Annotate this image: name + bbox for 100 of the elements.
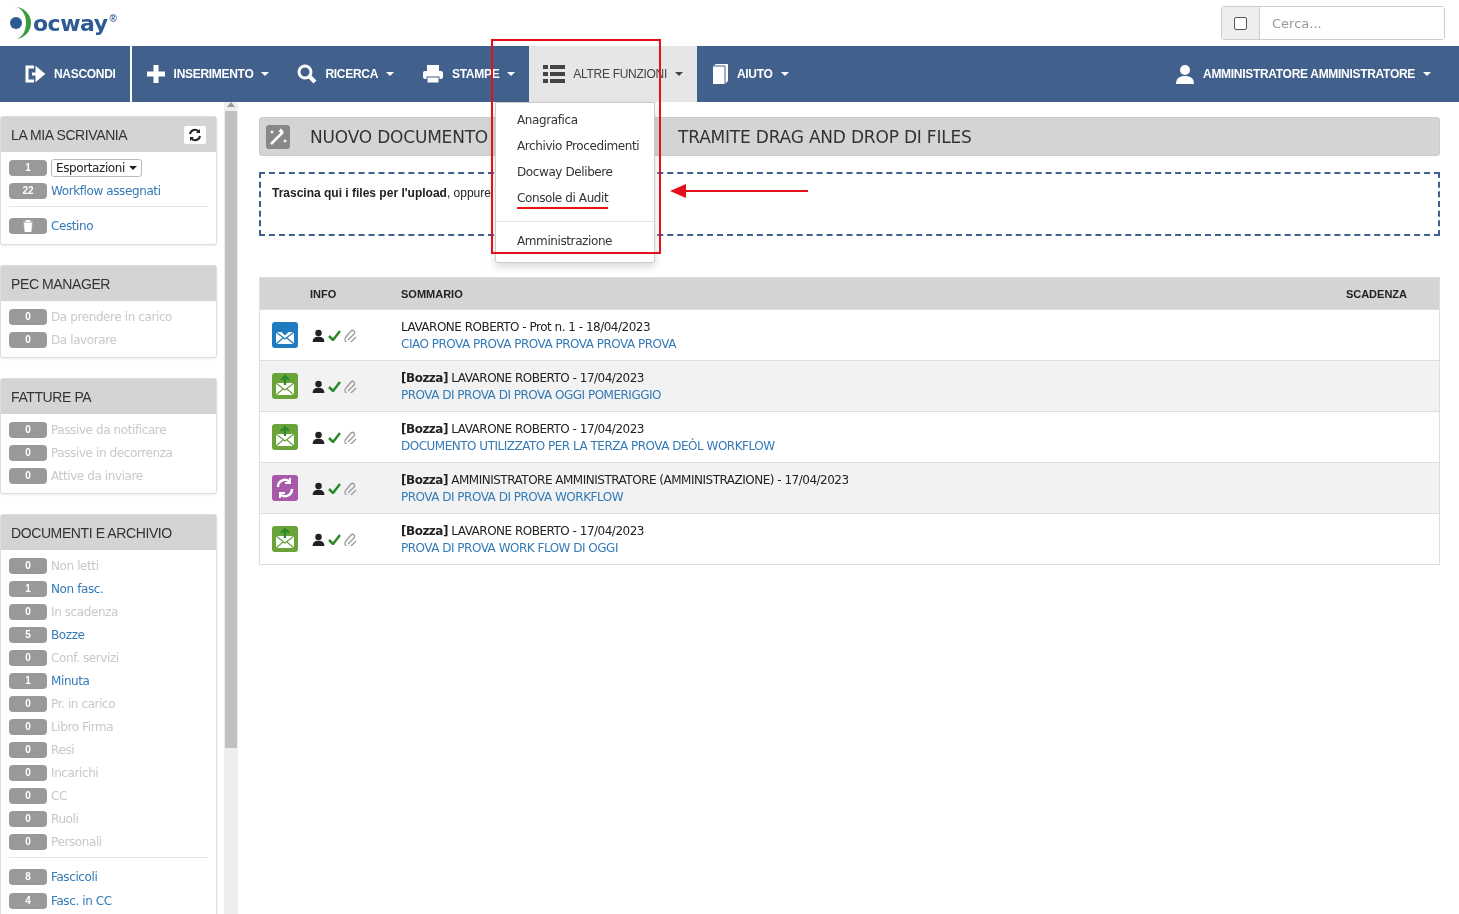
user-menu[interactable]: AMMINISTRATORE AMMINISTRATORE <box>1161 46 1459 102</box>
count-badge: 0 <box>9 833 47 850</box>
caret-icon <box>128 165 137 170</box>
magic-wand-icon <box>266 124 290 149</box>
document-heading: [Bozza] LAVARONE ROBERTO - 17/04/2023 <box>401 370 645 385</box>
count-badge: 0 <box>9 764 47 781</box>
panel-title: DOCUMENTI E ARCHIVIO <box>11 524 172 541</box>
person-icon <box>312 379 325 393</box>
inbox-envelope-icon <box>272 322 298 348</box>
nav-menu-item[interactable]: INSERIMENTO <box>131 46 284 102</box>
paperclip-icon <box>344 430 357 444</box>
document-subject-link[interactable]: CIAO PROVA PROVA PROVA PROVA PROVA PROVA <box>401 336 1439 351</box>
count-badge: 4 <box>9 892 47 909</box>
document-subject-link[interactable]: PROVA DI PROVA WORK FLOW DI OGGI <box>401 540 1439 555</box>
count-badge: 0 <box>9 308 47 325</box>
document-heading: [Bozza] LAVARONE ROBERTO - 17/04/2023 <box>401 421 645 436</box>
table-row[interactable]: [Bozza] AMMINISTRATORE AMMINISTRATORE (AMMINISTRAZIONE) - 17/04/2023 PROVA DI PROVA DI PROVA WORKFLOW <box>260 462 1439 513</box>
checkmark-icon <box>328 482 341 494</box>
logo-icon <box>10 7 31 39</box>
column-header: SCADENZA <box>1345 287 1408 300</box>
search-checkbox[interactable] <box>1234 16 1247 30</box>
search-field[interactable]: Cerca... <box>1221 6 1445 40</box>
paperclip-icon <box>344 328 357 342</box>
column-header: SOMMARIO <box>401 287 464 300</box>
count-badge: 1 <box>9 672 47 689</box>
checkmark-icon <box>328 329 341 341</box>
count-badge: 1 <box>9 580 47 597</box>
count-badge: 0 <box>9 444 47 461</box>
nav-menu-item[interactable]: NASCONDI <box>10 46 132 102</box>
count-badge: 0 <box>9 331 47 348</box>
panel-title: PEC MANAGER <box>11 275 111 292</box>
list-icon <box>543 65 566 83</box>
title-text: NUOVO DOCUMENTO <box>310 126 489 147</box>
count-badge: 0 <box>9 695 47 712</box>
count-badge: 0 <box>9 718 47 735</box>
sidebar-link[interactable]: Minuta <box>51 673 90 688</box>
registered-mark: ® <box>109 13 117 24</box>
count-badge: 0 <box>9 649 47 666</box>
user-icon <box>1175 64 1196 84</box>
column-header: INFO <box>310 287 338 300</box>
plus-icon <box>145 64 166 84</box>
caret-icon <box>261 72 270 76</box>
workflow-cycle-icon <box>272 475 298 501</box>
menu-item[interactable]: Amministrazione <box>496 221 654 256</box>
count-badge: 8 <box>9 868 47 885</box>
sidebar-link[interactable]: Bozze <box>51 627 85 642</box>
outbox-envelope-icon <box>272 526 298 552</box>
refresh-button[interactable] <box>184 125 206 144</box>
sidebar-link[interactable]: Non fasc. <box>51 581 104 596</box>
paperclip-icon <box>344 379 357 393</box>
panel-title: LA MIA SCRIVANIA <box>11 126 128 143</box>
logo-text: ocway <box>33 10 108 36</box>
nav-menu-item[interactable]: AIUTO <box>696 46 803 102</box>
checkmark-icon <box>328 380 341 392</box>
sidebar-link[interactable]: Workflow assegnati <box>51 183 161 198</box>
sidebar-link[interactable]: Fascicoli <box>51 869 98 884</box>
nav-menu-item[interactable]: RICERCA <box>283 46 408 102</box>
count-badge: 0 <box>9 741 47 758</box>
count-badge: 5 <box>9 626 47 643</box>
paperclip-icon <box>344 532 357 546</box>
person-icon <box>312 430 325 444</box>
book-icon <box>710 63 729 85</box>
document-subject-link[interactable]: PROVA DI PROVA DI PROVA WORKFLOW <box>401 489 1439 504</box>
menu-item[interactable]: Console di Audit <box>496 187 654 213</box>
count-badge: 0 <box>9 467 47 484</box>
caret-icon <box>386 72 394 76</box>
outbox-envelope-icon <box>272 373 298 399</box>
menu-item[interactable]: Anagrafica <box>496 109 654 135</box>
caret-icon <box>507 72 516 76</box>
sidebar-link[interactable]: Cestino <box>51 218 94 233</box>
caret-icon <box>674 72 683 76</box>
document-heading: LAVARONE ROBERTO - Prot n. 1 - 18/04/2023 <box>401 319 652 334</box>
paperclip-icon <box>344 481 357 495</box>
document-heading: [Bozza] AMMINISTRATORE AMMINISTRATORE (AMMINISTRAZIONE) - 17/04/2023 <box>401 472 850 487</box>
checkmark-icon <box>328 533 341 545</box>
title-text: TRAMITE DRAG AND DROP DI FILES <box>678 126 972 147</box>
count-badge: 1 <box>9 159 47 176</box>
count-badge: 0 <box>9 810 47 827</box>
document-heading: [Bozza] LAVARONE ROBERTO - 17/04/2023 <box>401 523 645 538</box>
person-icon <box>312 481 325 495</box>
count-badge: 0 <box>9 603 47 620</box>
table-row[interactable]: [Bozza] LAVARONE ROBERTO - 17/04/2023 PROVA DI PROVA DI PROVA OGGI POMERIGGIO <box>260 360 1439 411</box>
printer-icon <box>422 64 444 84</box>
scrollbar[interactable] <box>224 102 238 914</box>
count-badge: 22 <box>9 182 47 199</box>
panel-title: FATTURE PA <box>11 388 92 405</box>
menu-item[interactable]: Archivio Procedimenti <box>496 135 654 161</box>
exports-dropdown[interactable]: Esportazioni <box>51 158 142 177</box>
count-badge: 0 <box>9 787 47 804</box>
checkmark-icon <box>328 431 341 443</box>
outbox-envelope-icon <box>272 424 298 450</box>
document-subject-link[interactable]: DOCUMENTO UTILIZZATO PER LA TERZA PROVA DEÒL WORKFLOW <box>401 438 1439 453</box>
search-icon <box>297 64 318 84</box>
sidebar-link[interactable]: Fasc. in CC <box>51 893 112 908</box>
person-icon <box>312 328 325 342</box>
dropzone-text: Trascina qui i files per l'upload, oppure <box>272 186 491 200</box>
document-subject-link[interactable]: PROVA DI PROVA DI PROVA OGGI POMERIGGIO <box>401 387 1439 402</box>
caret-icon <box>1423 72 1431 76</box>
count-badge: 0 <box>9 557 47 574</box>
person-icon <box>312 532 325 546</box>
